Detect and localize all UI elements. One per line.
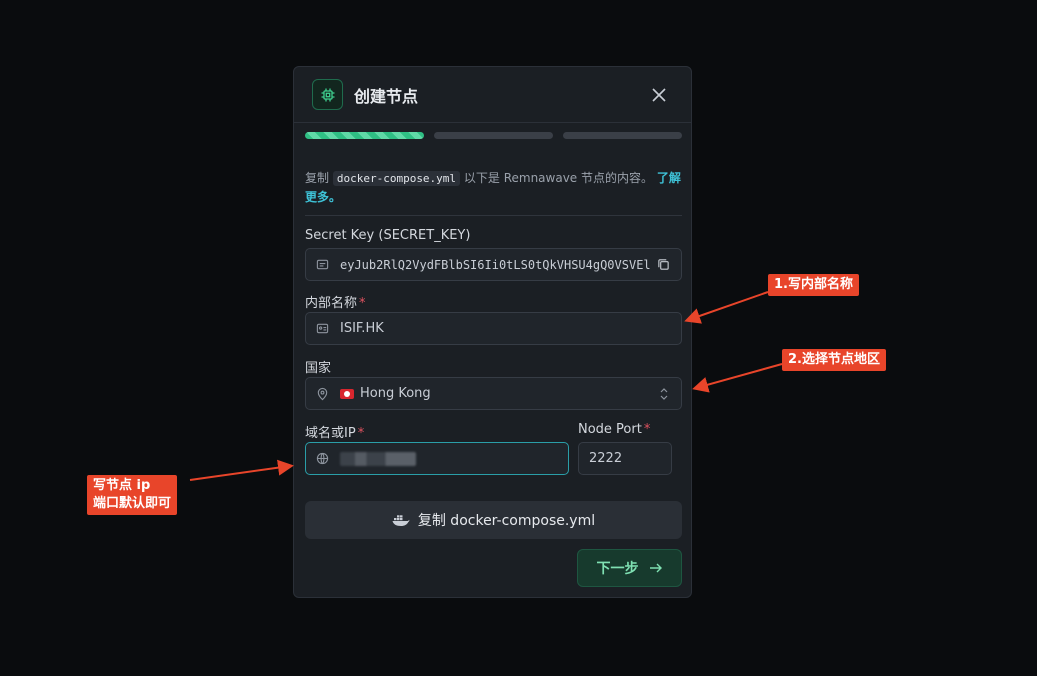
docker-icon	[392, 513, 410, 527]
description-text: 复制 docker-compose.yml 以下是 Remnawave 节点的内…	[305, 171, 681, 204]
annotation-region: 2.选择节点地区	[782, 349, 886, 371]
secret-key-field[interactable]: eyJub2RlQ2VydFBlbSI6Ii0tLS0tQkVHSU4gQ0VS…	[305, 248, 682, 281]
hong-kong-flag-icon	[340, 388, 354, 399]
node-port-label: Node Port *	[578, 422, 651, 437]
annotation-name: 1.写内部名称	[768, 274, 859, 296]
close-button[interactable]	[647, 83, 671, 107]
progress-stepper	[305, 132, 682, 140]
divider	[305, 215, 682, 216]
annotation-ip: 写节点 ip 端口默认即可	[87, 475, 178, 515]
country-label: 国家	[305, 361, 332, 376]
code-filename: docker-compose.yml	[332, 171, 461, 186]
id-card-icon	[316, 322, 330, 336]
globe-icon	[316, 452, 330, 466]
create-node-modal: 创建节点 复制 docker-compose.yml 以下是 Remnawave…	[293, 66, 692, 598]
address-label: 域名或IP *	[305, 426, 365, 441]
secret-key-label: Secret Key (SECRET_KEY)	[305, 228, 471, 243]
chevron-updown-icon	[659, 387, 669, 401]
internal-name-label: 内部名称 *	[305, 296, 366, 311]
step-3	[563, 132, 682, 139]
copy-compose-button[interactable]: 复制 docker-compose.yml	[305, 501, 682, 539]
secret-key-value: eyJub2RlQ2VydFBlbSI6Ii0tLS0tQkVHSU4gQ0VS…	[340, 257, 651, 272]
arrow-right-icon	[649, 563, 662, 573]
country-select[interactable]: Hong Kong	[305, 377, 682, 410]
close-icon	[652, 88, 666, 102]
country-value: Hong Kong	[360, 386, 431, 401]
map-pin-icon	[316, 387, 330, 401]
node-port-value: 2222	[589, 451, 623, 466]
key-icon	[316, 258, 330, 272]
copy-icon[interactable]	[657, 258, 671, 272]
copy-compose-label: 复制 docker-compose.yml	[417, 513, 596, 529]
next-button[interactable]: 下一步	[577, 549, 682, 587]
step-2	[434, 132, 553, 139]
address-input[interactable]	[305, 442, 569, 475]
redacted-ip	[340, 451, 416, 466]
cpu-icon	[312, 79, 343, 110]
internal-name-value: ISIF.HK	[340, 321, 384, 336]
modal-title: 创建节点	[354, 87, 419, 106]
step-1	[305, 132, 424, 139]
next-label: 下一步	[596, 561, 639, 577]
modal-header: 创建节点	[294, 67, 691, 123]
internal-name-input[interactable]: ISIF.HK	[305, 312, 682, 345]
node-port-input[interactable]: 2222	[578, 442, 672, 475]
